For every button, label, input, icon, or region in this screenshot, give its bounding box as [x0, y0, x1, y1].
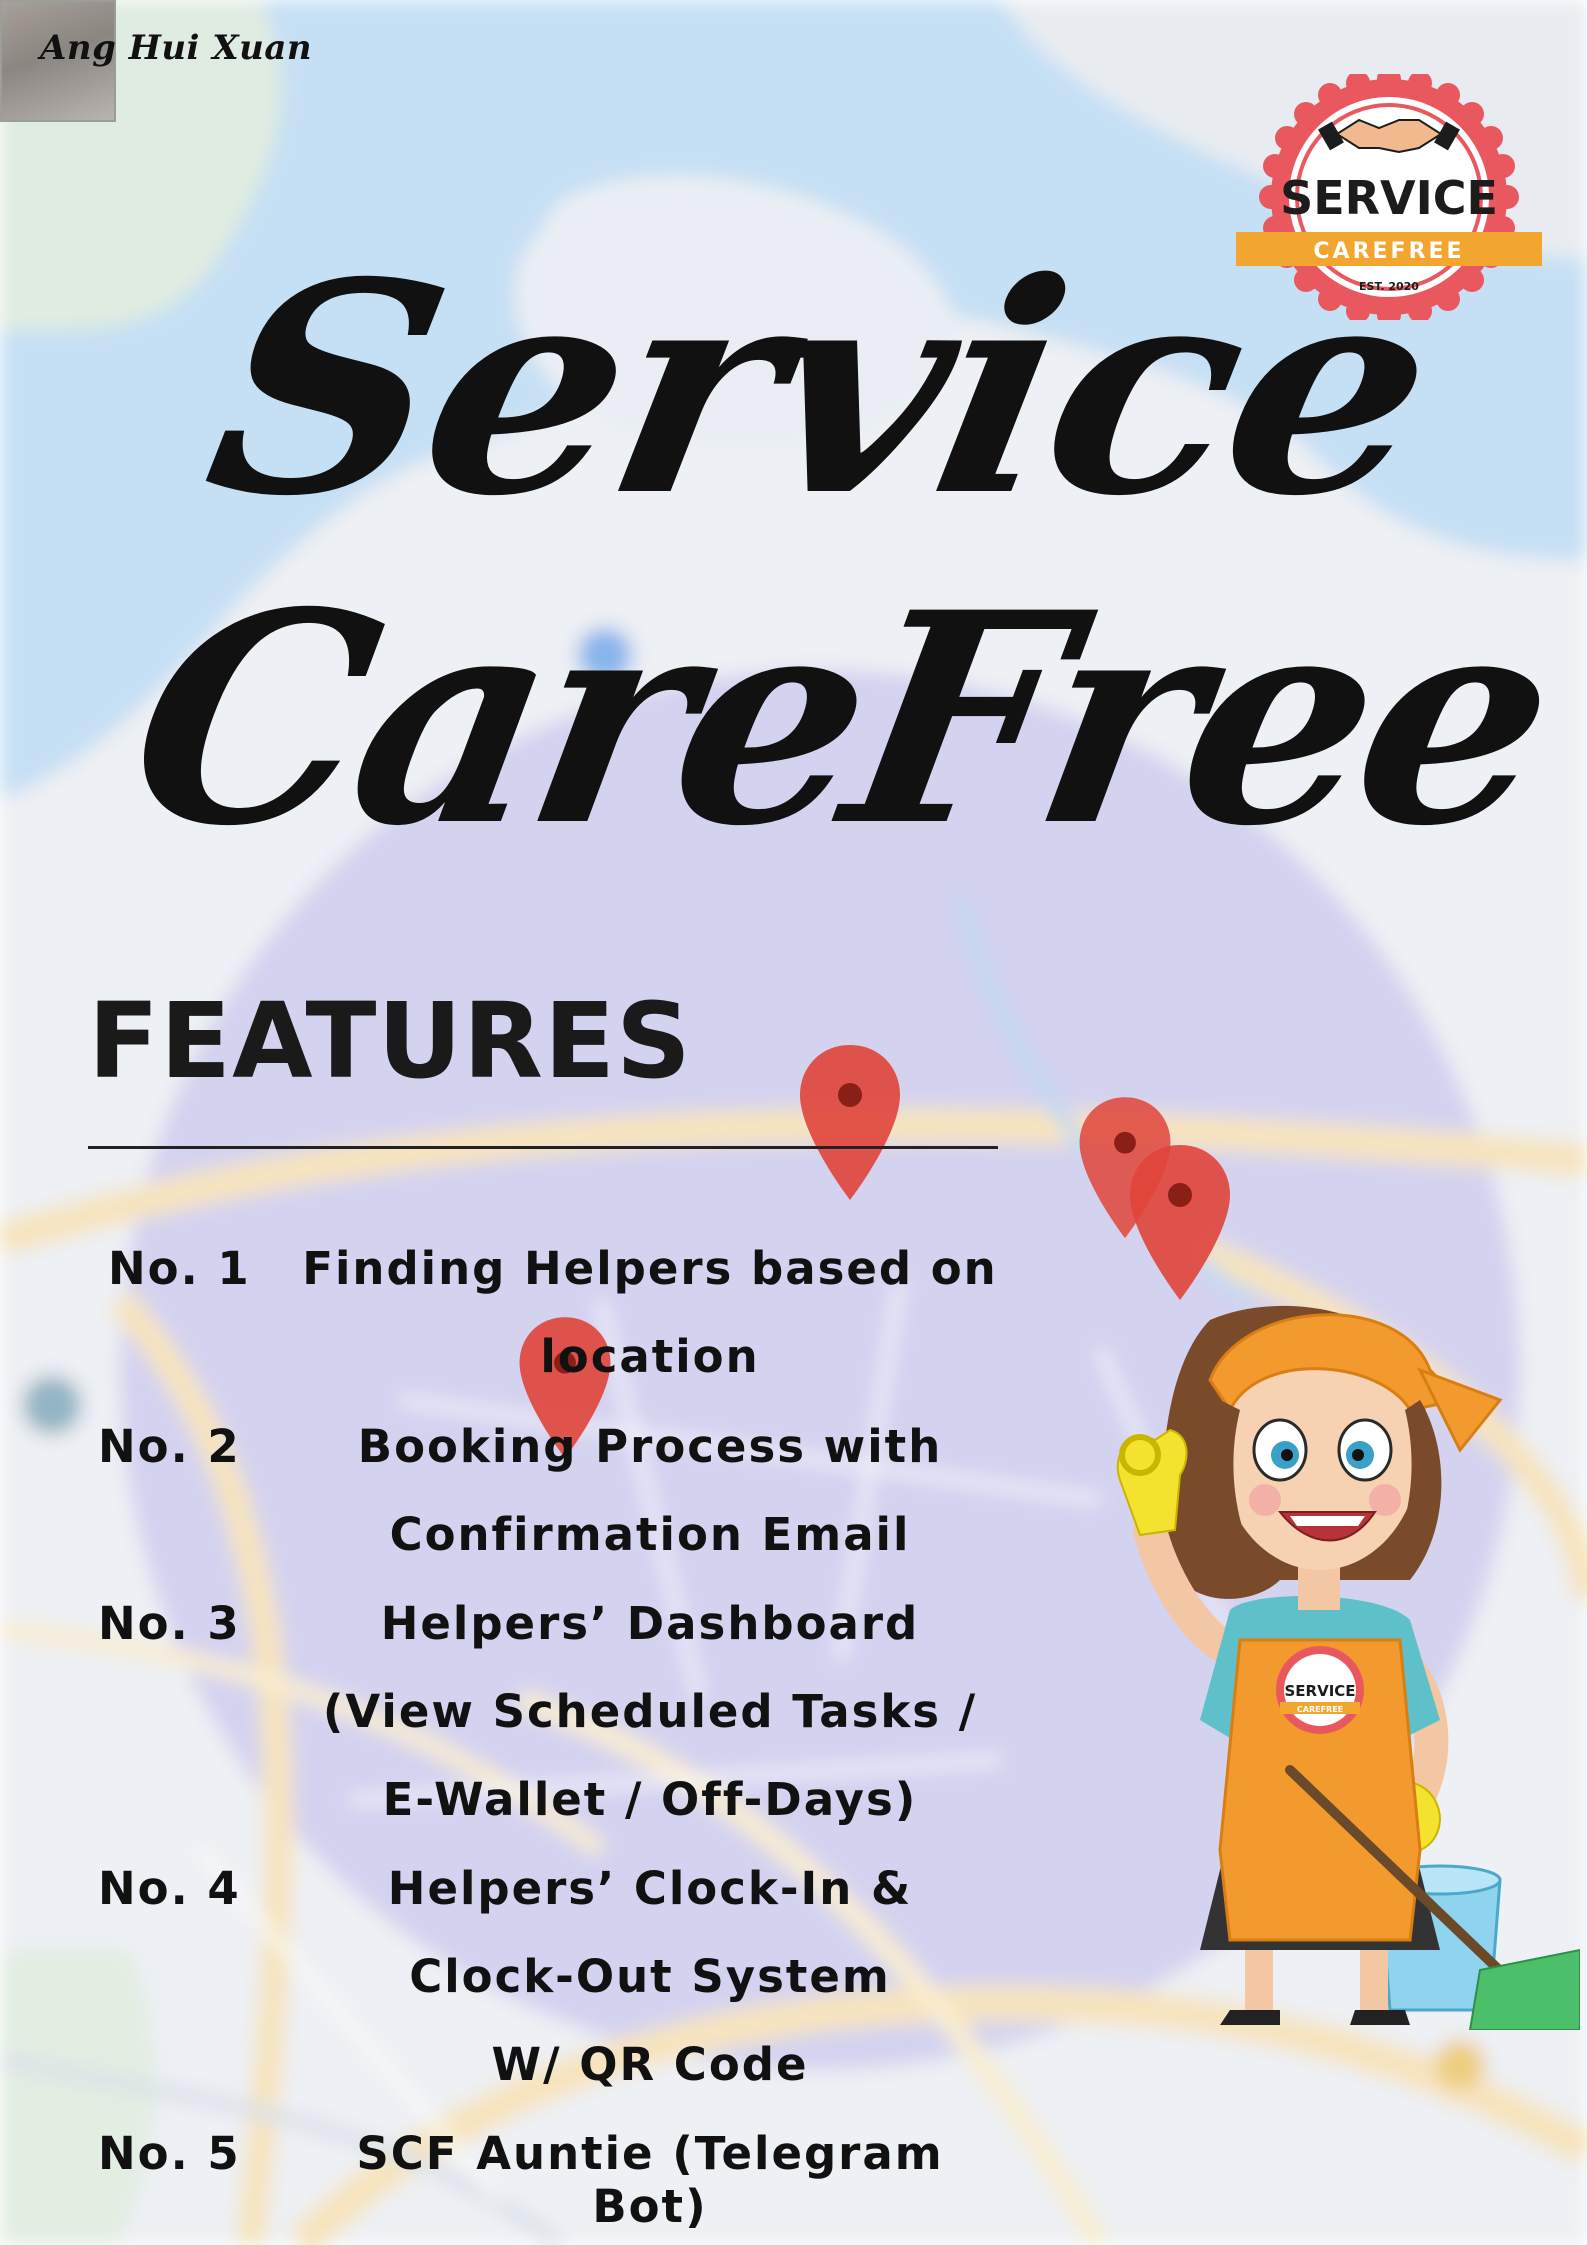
poster-title: Service CareFree [0, 220, 1587, 940]
feature-2-line-2: Confirmation Email [389, 1508, 911, 1561]
feature-1-line-2: location [540, 1330, 760, 1383]
feature-4-line-3: W/ QR Code [491, 2038, 809, 2091]
feature-number-1: No. 1 [108, 1242, 251, 1295]
features-heading: FEATURES [88, 980, 692, 1102]
apron-badge: SERVICE CAREFREE [1276, 1646, 1364, 1734]
feature-4-line-1: Helpers’ Clock-In & [387, 1862, 913, 1915]
service-carefree-logo: SERVICE CAREFREE EST. 2020 [1236, 74, 1542, 320]
features-divider [88, 1146, 998, 1149]
feature-4-line-2: Clock-Out System [409, 1950, 891, 2003]
feature-3-line-1: Helpers’ Dashboard [380, 1597, 920, 1650]
logo-word-service: SERVICE [1280, 171, 1498, 225]
svg-text:CAREFREE: CAREFREE [1297, 1705, 1343, 1714]
logo-word-carefree: CAREFREE [1313, 239, 1464, 264]
author-signature: Ang Hui Xuan [40, 28, 313, 68]
title-line-2: CareFree [110, 550, 1569, 890]
feature-3-line-2: (View Scheduled Tasks / [322, 1685, 978, 1738]
feature-number-3: No. 3 [98, 1597, 241, 1650]
svg-text:SERVICE: SERVICE [1284, 1682, 1355, 1700]
glove-icon [1116, 1428, 1188, 1537]
logo-est: EST. 2020 [1359, 280, 1419, 293]
feature-2-line-1: Booking Process with [357, 1420, 943, 1473]
feature-number-5: No. 5 [98, 2127, 241, 2180]
feature-number-2: No. 2 [98, 1420, 241, 1473]
feature-3-line-3: E-Wallet / Off-Days) [382, 1773, 918, 1826]
feature-1-line-1: Finding Helpers based on [302, 1242, 998, 1295]
feature-5-line-1: SCF Auntie (Telegram Bot) [356, 2127, 944, 2233]
location-pin-icon [800, 1045, 900, 1200]
feature-number-4: No. 4 [98, 1862, 241, 1915]
helper-mascot-illustration: SERVICE CAREFREE [1116, 1305, 1580, 2030]
